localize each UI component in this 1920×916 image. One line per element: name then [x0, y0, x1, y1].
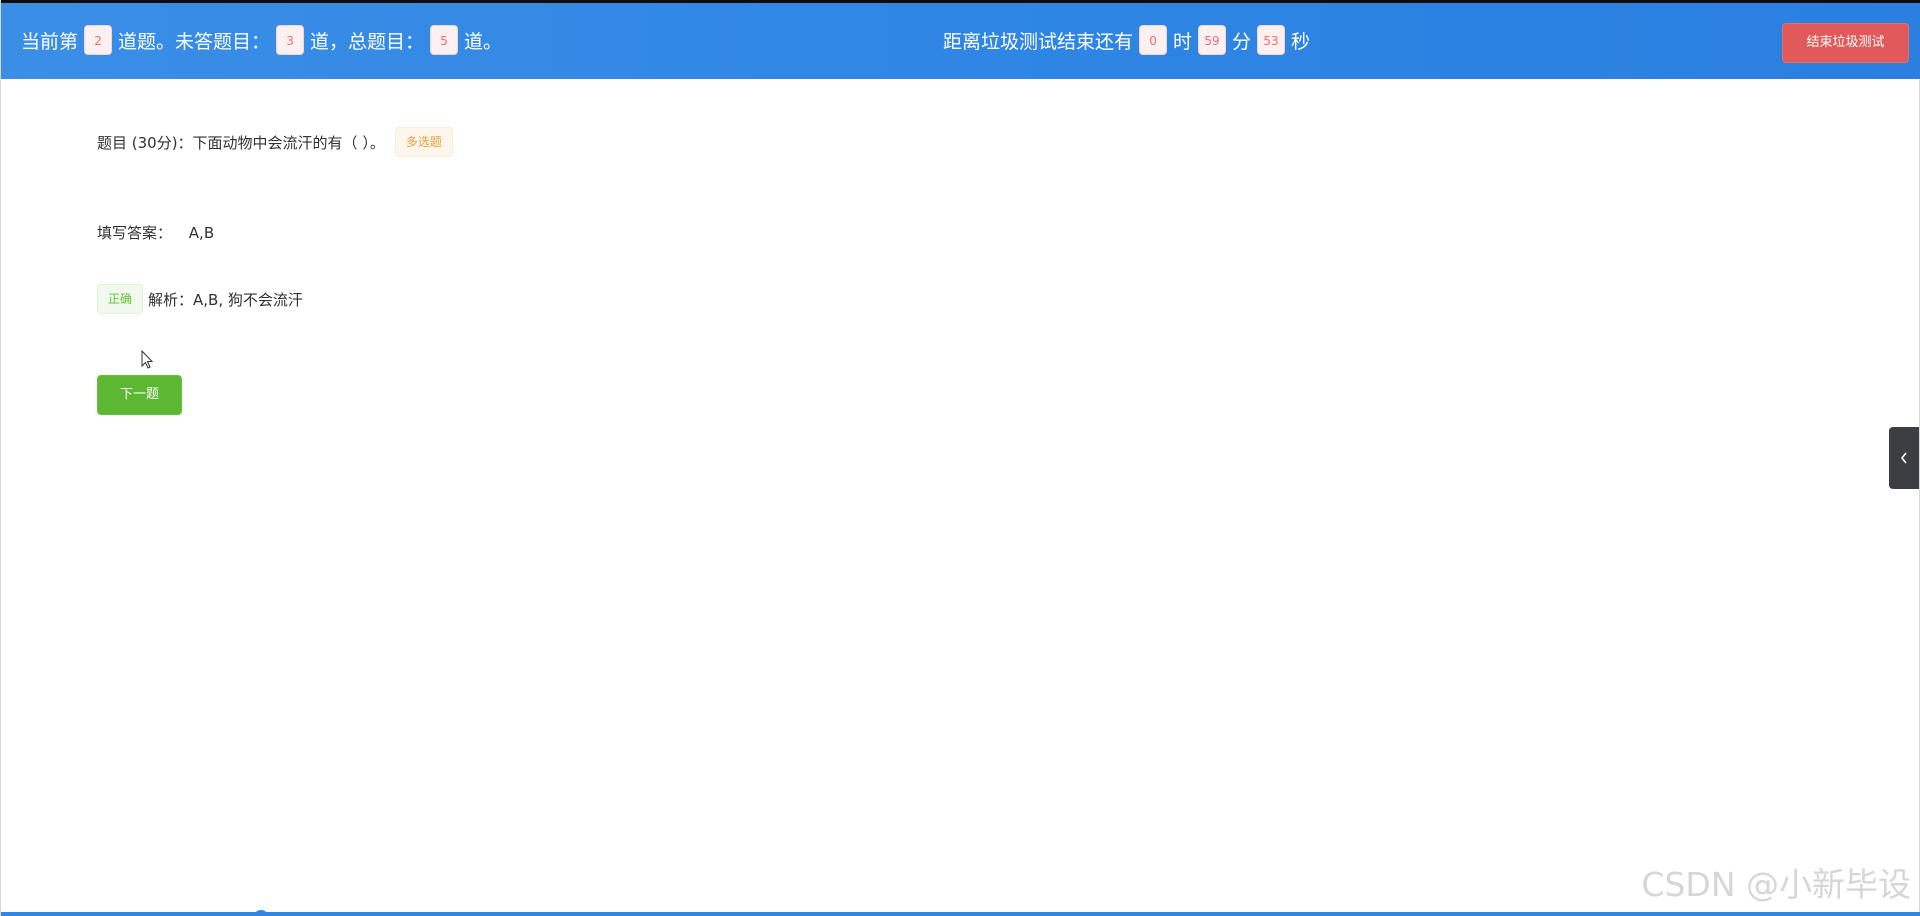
watermark: CSDN @小新毕设	[1641, 865, 1911, 904]
timer-minutes-unit: 分	[1232, 30, 1252, 53]
mouse-cursor-icon	[141, 350, 154, 369]
bottom-progress-bar	[1, 912, 1920, 916]
current-question-number: 2	[84, 25, 113, 55]
countdown-timer: 距离垃圾测试结束还有 0 时 59 分 53 秒	[943, 25, 1310, 55]
total-suffix: 道。	[464, 30, 503, 53]
timer-minutes: 59	[1198, 25, 1227, 55]
timer-hours: 0	[1139, 25, 1168, 55]
answer-value: A,B	[188, 224, 215, 242]
analysis-row: 正确 解析：A,B, 狗不会流汗	[97, 284, 303, 314]
timer-prefix: 距离垃圾测试结束还有	[943, 30, 1134, 53]
answer-label: 填写答案：	[97, 224, 173, 242]
timer-hours-unit: 时	[1173, 30, 1193, 53]
chevron-left-icon	[1900, 452, 1907, 464]
side-panel-toggle[interactable]	[1889, 427, 1919, 489]
end-test-button[interactable]: 结束垃圾测试	[1782, 23, 1909, 63]
current-question-prefix: 当前第	[21, 30, 79, 53]
unanswered-suffix: 道，总题目：	[310, 30, 425, 53]
question-progress: 当前第 2 道题。未答题目： 3 道，总题目： 5 道。	[21, 25, 502, 55]
question-row: 题目 (30分)：下面动物中会流汗的有（ ）。 多选题	[97, 127, 453, 157]
next-question-button[interactable]: 下一题	[97, 375, 182, 415]
analysis-text: 解析：A,B, 狗不会流汗	[148, 290, 303, 309]
unanswered-count: 3	[276, 25, 305, 55]
result-tag: 正确	[97, 284, 144, 314]
question-text: 题目 (30分)：下面动物中会流汗的有（ ）。	[97, 133, 385, 152]
timer-seconds-unit: 秒	[1291, 30, 1311, 53]
progress-handle[interactable]	[253, 910, 269, 916]
timer-seconds: 53	[1257, 25, 1286, 55]
exam-page: 当前第 2 道题。未答题目： 3 道，总题目： 5 道。 距离垃圾测试结束还有 …	[0, 0, 1920, 916]
question-type-tag: 多选题	[394, 127, 453, 157]
total-count: 5	[430, 25, 459, 55]
exam-header-bar: 当前第 2 道题。未答题目： 3 道，总题目： 5 道。 距离垃圾测试结束还有 …	[1, 0, 1920, 79]
current-question-suffix: 道题。未答题目：	[118, 30, 271, 53]
answer-row: 填写答案： A,B	[97, 222, 214, 243]
